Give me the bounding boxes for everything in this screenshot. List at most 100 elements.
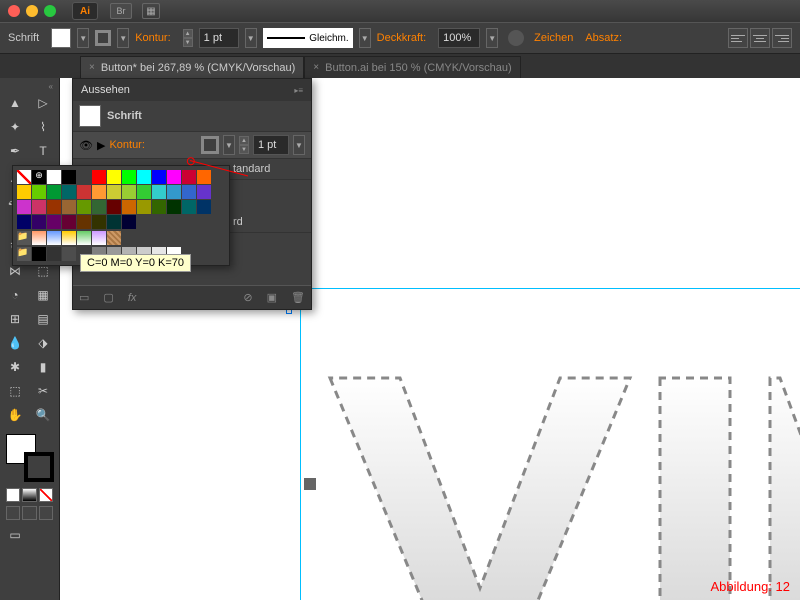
align-center[interactable] — [750, 28, 770, 48]
tab-close-icon[interactable]: × — [89, 62, 95, 73]
gradient-mode-btn[interactable] — [22, 488, 36, 502]
stroke-weight-stepper[interactable]: ▲▼ — [239, 136, 249, 154]
absatz-link[interactable]: Absatz: — [585, 32, 622, 44]
swatch-color[interactable] — [77, 200, 91, 214]
expand-arrow-icon[interactable]: ▶ — [97, 139, 105, 152]
opacity-row-2[interactable]: rd — [233, 216, 243, 228]
opacity-row-1[interactable]: tandard — [233, 163, 270, 175]
swatch-color[interactable] — [152, 200, 166, 214]
swatch-color[interactable] — [167, 200, 181, 214]
screen-mode[interactable]: ▭ — [2, 524, 28, 546]
swatch-gray[interactable] — [303, 477, 317, 491]
column-graph-tool[interactable]: ▮ — [30, 356, 56, 378]
swatch-gray[interactable] — [62, 247, 76, 261]
visibility-icon[interactable]: 👁 — [79, 139, 93, 152]
panel-flyout-icon[interactable]: ▸≡ — [294, 86, 303, 95]
color-mode-btn[interactable] — [6, 488, 20, 502]
swatch-color[interactable] — [137, 200, 151, 214]
swatch-color[interactable] — [92, 215, 106, 229]
swatch-pattern[interactable] — [107, 231, 121, 245]
swatch-color[interactable] — [62, 200, 76, 214]
new-art-icon[interactable]: ▭ — [79, 291, 89, 304]
zeichen-link[interactable]: Zeichen — [534, 32, 573, 44]
draw-behind[interactable] — [22, 506, 36, 520]
artwork-text[interactable] — [310, 368, 800, 600]
delete-icon[interactable]: 🗑 — [291, 291, 305, 304]
swatch-color[interactable] — [107, 170, 121, 184]
bridge-button[interactable]: Br — [110, 3, 132, 19]
stroke-color-swatch[interactable] — [201, 136, 219, 154]
swatch-color[interactable] — [182, 185, 196, 199]
swatch-gradient[interactable] — [77, 231, 91, 245]
swatch-color[interactable] — [197, 170, 211, 184]
stroke-weight-dd[interactable]: ▼ — [245, 28, 257, 48]
type-tool[interactable]: T — [30, 140, 56, 162]
swatch-color[interactable] — [77, 170, 91, 184]
swatch-color[interactable] — [47, 185, 61, 199]
opacity-field[interactable]: 100% — [438, 28, 480, 48]
swatch-registration[interactable]: ⊕ — [32, 170, 46, 184]
swatch-gradient[interactable] — [62, 231, 76, 245]
swatch-color[interactable] — [32, 185, 46, 199]
swatch-color[interactable] — [167, 170, 181, 184]
swatch-color[interactable] — [182, 200, 196, 214]
align-left[interactable] — [728, 28, 748, 48]
swatch-none[interactable] — [17, 170, 31, 184]
swatch-color[interactable] — [152, 185, 166, 199]
swatch-color[interactable] — [107, 200, 121, 214]
fill-stroke-control[interactable] — [6, 434, 54, 482]
draw-inside[interactable] — [39, 506, 53, 520]
swatch-color[interactable] — [17, 185, 31, 199]
swatch-color[interactable] — [32, 215, 46, 229]
swatch-folder-icon[interactable]: 📁 — [17, 231, 31, 245]
artboard-tool[interactable]: ⬚ — [2, 380, 28, 402]
hand-tool[interactable]: ✋ — [2, 404, 28, 426]
panel-title[interactable]: Aussehen — [81, 84, 130, 96]
kontur-link[interactable]: Kontur: — [135, 32, 170, 44]
swatch-gradient[interactable] — [92, 231, 106, 245]
align-right[interactable] — [772, 28, 792, 48]
swatch-color[interactable] — [122, 170, 136, 184]
lasso-tool[interactable]: ⌇ — [30, 116, 56, 138]
none-mode-btn[interactable] — [39, 488, 53, 502]
swatch-color[interactable] — [32, 200, 46, 214]
perspective-tool[interactable]: ▦ — [30, 284, 56, 306]
swatch-color[interactable] — [197, 185, 211, 199]
stroke-profile-dd[interactable]: ▼ — [359, 28, 371, 48]
swatch-color[interactable] — [152, 170, 166, 184]
tab-button1[interactable]: ×Button* bei 267,89 % (CMYK/Vorschau) — [80, 56, 304, 78]
opacity-dd[interactable]: ▼ — [486, 28, 498, 48]
swatch-color[interactable] — [92, 200, 106, 214]
swatch-color[interactable] — [122, 215, 136, 229]
stroke-color-dd[interactable]: ▼ — [223, 135, 235, 155]
swatch-color[interactable] — [62, 185, 76, 199]
maximize-button[interactable] — [44, 5, 56, 17]
swatch-color[interactable] — [197, 200, 211, 214]
direct-selection-tool[interactable]: ▷ — [30, 92, 56, 114]
fill-swatch[interactable] — [51, 28, 71, 48]
swatch-folder-icon[interactable]: 📁 — [17, 247, 31, 261]
swatch-gradient[interactable] — [47, 231, 61, 245]
magic-wand-tool[interactable]: ✦ — [2, 116, 28, 138]
clear-appearance-icon[interactable]: ⊘ — [243, 291, 252, 304]
stroke-weight-field[interactable]: 1 pt — [199, 28, 239, 48]
arrange-button[interactable]: ▦ — [142, 3, 160, 19]
swatch-color[interactable] — [92, 170, 106, 184]
tab-button2[interactable]: ×Button.ai bei 150 % (CMYK/Vorschau) — [304, 56, 520, 78]
mesh-tool[interactable]: ⊞ — [2, 308, 28, 330]
swatch-gray[interactable] — [47, 247, 61, 261]
stroke-weight-value[interactable]: 1 pt — [253, 135, 289, 155]
selection-tool[interactable]: ▲ — [2, 92, 28, 114]
stroke-box[interactable] — [24, 452, 54, 482]
swatch-color[interactable] — [167, 185, 181, 199]
swatch-gradient[interactable] — [32, 231, 46, 245]
stroke-dropdown[interactable]: ▼ — [117, 28, 129, 48]
swatch-color[interactable] — [122, 185, 136, 199]
minimize-button[interactable] — [26, 5, 38, 17]
swatch-color[interactable] — [17, 215, 31, 229]
shape-builder-tool[interactable]: ◔ — [2, 284, 28, 306]
close-button[interactable] — [8, 5, 20, 17]
swatch-color[interactable] — [62, 170, 76, 184]
swatch-color[interactable] — [107, 215, 121, 229]
swatch-gray[interactable] — [32, 247, 46, 261]
